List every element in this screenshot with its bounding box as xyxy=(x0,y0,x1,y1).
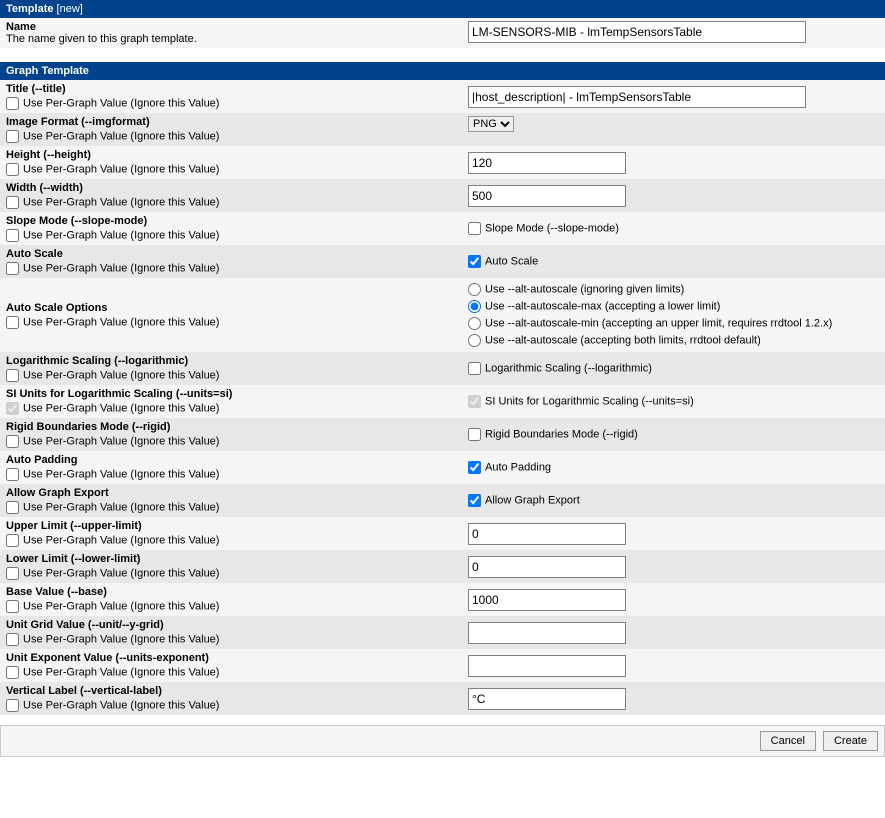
upper-pergraph-label: Use Per-Graph Value (Ignore this Value) xyxy=(23,535,219,547)
name-label: Name xyxy=(6,21,36,33)
log-label: Logarithmic Scaling (--logarithmic) xyxy=(6,355,188,367)
width-pergraph-checkbox[interactable] xyxy=(6,196,19,209)
slope-checkbox[interactable] xyxy=(468,222,481,235)
lower-pergraph-label: Use Per-Graph Value (Ignore this Value) xyxy=(23,568,219,580)
autoscaleopt-radio-4-label: Use --alt-autoscale (accepting both limi… xyxy=(485,334,761,346)
width-pergraph-label: Use Per-Graph Value (Ignore this Value) xyxy=(23,197,219,209)
unitgrid-pergraph-label: Use Per-Graph Value (Ignore this Value) xyxy=(23,634,219,646)
upper-label: Upper Limit (--upper-limit) xyxy=(6,520,142,532)
autoscaleopt-radio-1[interactable] xyxy=(468,283,481,296)
title-pergraph-label: Use Per-Graph Value (Ignore this Value) xyxy=(23,98,219,110)
autoscale-checkbox-label: Auto Scale xyxy=(485,255,538,267)
name-input[interactable] xyxy=(468,21,806,43)
export-checkbox-label: Allow Graph Export xyxy=(485,494,580,506)
vlabel-label: Vertical Label (--vertical-label) xyxy=(6,685,162,697)
autoscaleopt-label: Auto Scale Options xyxy=(6,302,107,314)
rigid-pergraph-checkbox[interactable] xyxy=(6,435,19,448)
graph-template-header-title: Graph Template xyxy=(6,65,89,77)
vlabel-pergraph-label: Use Per-Graph Value (Ignore this Value) xyxy=(23,700,219,712)
base-label: Base Value (--base) xyxy=(6,586,107,598)
imgformat-pergraph-label: Use Per-Graph Value (Ignore this Value) xyxy=(23,131,219,143)
rigid-checkbox[interactable] xyxy=(468,428,481,441)
imgformat-label: Image Format (--imgformat) xyxy=(6,116,150,128)
rigid-pergraph-label: Use Per-Graph Value (Ignore this Value) xyxy=(23,436,219,448)
autoscaleopt-radio-1-label: Use --alt-autoscale (ignoring given limi… xyxy=(485,283,684,295)
title-input[interactable] xyxy=(468,86,806,108)
autoscaleopt-radio-3-label: Use --alt-autoscale-min (accepting an up… xyxy=(485,317,832,329)
autoscaleopt-pergraph-checkbox[interactable] xyxy=(6,316,19,329)
autoscaleopt-radio-3[interactable] xyxy=(468,317,481,330)
upper-input[interactable] xyxy=(468,523,626,545)
unitexp-pergraph-checkbox[interactable] xyxy=(6,666,19,679)
export-pergraph-label: Use Per-Graph Value (Ignore this Value) xyxy=(23,502,219,514)
export-checkbox[interactable] xyxy=(468,494,481,507)
log-checkbox[interactable] xyxy=(468,362,481,375)
si-checkbox-label: SI Units for Logarithmic Scaling (--unit… xyxy=(485,395,694,407)
slope-label: Slope Mode (--slope-mode) xyxy=(6,215,147,227)
unitgrid-input[interactable] xyxy=(468,622,626,644)
unitgrid-label: Unit Grid Value (--unit/--y-grid) xyxy=(6,619,164,631)
name-desc: The name given to this graph template. xyxy=(6,33,197,45)
unitgrid-pergraph-checkbox[interactable] xyxy=(6,633,19,646)
export-label: Allow Graph Export xyxy=(6,487,109,499)
si-pergraph-checkbox[interactable] xyxy=(6,402,19,415)
height-input[interactable] xyxy=(468,152,626,174)
graph-template-form: Title (--title) Use Per-Graph Value (Ign… xyxy=(0,80,885,715)
pad-pergraph-checkbox[interactable] xyxy=(6,468,19,481)
export-pergraph-checkbox[interactable] xyxy=(6,501,19,514)
slope-checkbox-label: Slope Mode (--slope-mode) xyxy=(485,222,619,234)
autoscale-label: Auto Scale xyxy=(6,248,63,260)
autoscaleopt-radio-4[interactable] xyxy=(468,334,481,347)
autoscaleopt-radio-2[interactable] xyxy=(468,300,481,313)
unitexp-label: Unit Exponent Value (--units-exponent) xyxy=(6,652,209,664)
si-label: SI Units for Logarithmic Scaling (--unit… xyxy=(6,388,232,400)
log-pergraph-label: Use Per-Graph Value (Ignore this Value) xyxy=(23,370,219,382)
log-checkbox-label: Logarithmic Scaling (--logarithmic) xyxy=(485,362,652,374)
title-label: Title (--title) xyxy=(6,83,66,95)
si-pergraph-label: Use Per-Graph Value (Ignore this Value) xyxy=(23,403,219,415)
si-checkbox[interactable] xyxy=(468,395,481,408)
base-pergraph-label: Use Per-Graph Value (Ignore this Value) xyxy=(23,601,219,613)
rigid-checkbox-label: Rigid Boundaries Mode (--rigid) xyxy=(485,428,638,440)
rigid-label: Rigid Boundaries Mode (--rigid) xyxy=(6,421,170,433)
slope-pergraph-checkbox[interactable] xyxy=(6,229,19,242)
log-pergraph-checkbox[interactable] xyxy=(6,369,19,382)
autoscale-checkbox[interactable] xyxy=(468,255,481,268)
pad-checkbox[interactable] xyxy=(468,461,481,474)
slope-pergraph-label: Use Per-Graph Value (Ignore this Value) xyxy=(23,230,219,242)
base-input[interactable] xyxy=(468,589,626,611)
base-pergraph-checkbox[interactable] xyxy=(6,600,19,613)
height-pergraph-checkbox[interactable] xyxy=(6,163,19,176)
height-label: Height (--height) xyxy=(6,149,91,161)
cancel-button[interactable] xyxy=(760,731,816,751)
template-header-tag: [new] xyxy=(57,3,83,15)
width-input[interactable] xyxy=(468,185,626,207)
pad-label: Auto Padding xyxy=(6,454,78,466)
imgformat-pergraph-checkbox[interactable] xyxy=(6,130,19,143)
pad-checkbox-label: Auto Padding xyxy=(485,461,551,473)
autoscaleopt-pergraph-label: Use Per-Graph Value (Ignore this Value) xyxy=(23,316,219,328)
template-section-header: Template [new] xyxy=(0,0,885,18)
graph-template-section-header: Graph Template xyxy=(0,62,885,80)
upper-pergraph-checkbox[interactable] xyxy=(6,534,19,547)
template-header-title: Template xyxy=(6,3,53,15)
height-pergraph-label: Use Per-Graph Value (Ignore this Value) xyxy=(23,164,219,176)
unitexp-input[interactable] xyxy=(468,655,626,677)
pad-pergraph-label: Use Per-Graph Value (Ignore this Value) xyxy=(23,469,219,481)
title-pergraph-checkbox[interactable] xyxy=(6,97,19,110)
width-label: Width (--width) xyxy=(6,182,83,194)
lower-input[interactable] xyxy=(468,556,626,578)
unitexp-pergraph-label: Use Per-Graph Value (Ignore this Value) xyxy=(23,667,219,679)
autoscale-pergraph-checkbox[interactable] xyxy=(6,262,19,275)
vlabel-input[interactable] xyxy=(468,688,626,710)
lower-label: Lower Limit (--lower-limit) xyxy=(6,553,140,565)
vlabel-pergraph-checkbox[interactable] xyxy=(6,699,19,712)
imgformat-select[interactable]: PNG xyxy=(468,116,514,132)
autoscale-pergraph-label: Use Per-Graph Value (Ignore this Value) xyxy=(23,263,219,275)
footer-bar xyxy=(0,725,885,757)
create-button[interactable] xyxy=(823,731,878,751)
autoscaleopt-radio-2-label: Use --alt-autoscale-max (accepting a low… xyxy=(485,300,720,312)
lower-pergraph-checkbox[interactable] xyxy=(6,567,19,580)
template-form: Name The name given to this graph templa… xyxy=(0,18,885,48)
